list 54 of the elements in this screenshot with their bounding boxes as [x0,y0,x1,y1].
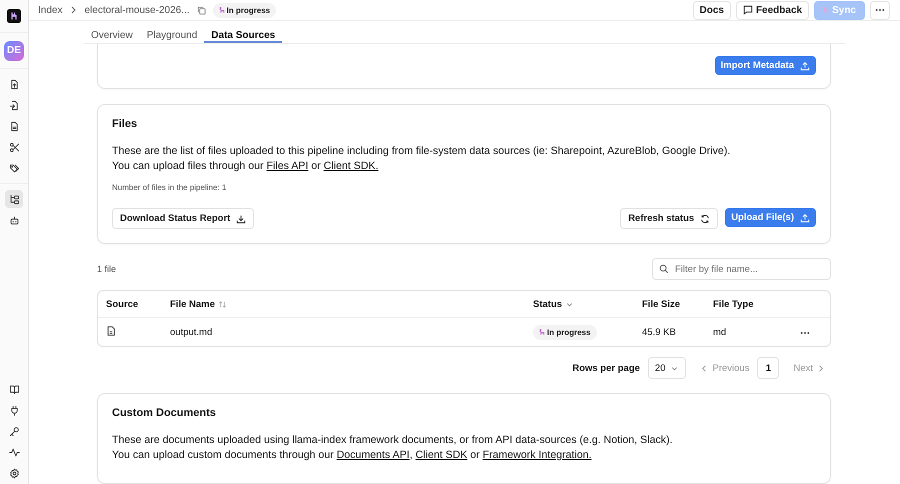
filter-field[interactable]: Filter by file name... [652,258,831,280]
doc-link[interactable]: Client SDK. [324,160,378,172]
doc-link[interactable]: Client SDK [416,449,468,461]
tab[interactable]: Playground [140,21,204,43]
feedback-button[interactable]: Feedback [736,0,810,20]
description-text: You can upload files through our Files API or Client SDK. [112,159,380,174]
rows-per-page-select[interactable]: 20 [648,357,686,379]
refresh-status-button[interactable]: Refresh status [620,208,718,229]
column-header[interactable]: Status [533,298,642,310]
import-metadata-button[interactable]: Import Metadata [714,56,816,75]
table-cell-text: 45.9 KB [642,326,677,338]
llama-icon [218,6,225,14]
message-icon [742,5,753,15]
card-title: Custom Documents [112,407,217,419]
download-report-button[interactable]: Download Status Report [112,208,254,229]
file-icon [106,326,116,336]
column-header[interactable]: File Name [170,298,533,310]
description-text: These are the list of files uploaded to this pipeline including from file-system data sources (ie: Sharepoint, AzureBlob, Google Drive). [112,144,732,159]
llama-icon [539,328,545,336]
more-options-button[interactable] [870,0,890,20]
refresh-icon [700,214,710,224]
row-actions-icon[interactable] [800,330,810,334]
workflow-icon[interactable] [5,190,23,208]
breadcrumb-link[interactable]: Index [38,4,62,16]
page-number-button[interactable]: 1 [757,357,780,379]
card-title: Files [112,118,138,130]
file-count-text: Number of files in the pipeline: 1 [112,183,228,192]
tab[interactable]: Overview [84,21,140,43]
upload-files-button[interactable]: Upload File(s) [725,208,816,227]
download-icon [236,214,246,224]
rows-per-page-label: Rows per page [572,362,640,374]
chevron-right-icon [69,6,78,14]
upload-icon [800,60,810,70]
status-badge: In progress [533,324,597,340]
doc-link[interactable]: Documents API [336,449,410,461]
doc-link[interactable]: Files API [266,160,308,172]
llama-icon [823,6,830,14]
column-header[interactable]: Source [106,298,170,310]
column-header[interactable]: File Size [642,298,713,310]
more-icon [875,8,885,12]
search-icon [659,264,669,274]
llama-logo-icon[interactable] [7,9,21,23]
doc-link[interactable]: Framework Integration. [482,449,592,461]
upload-icon [800,212,810,222]
project-name[interactable]: electoral-mouse-2026... [84,4,190,16]
status-badge: In progress [212,2,276,18]
file-total-text: 1 file [97,264,116,274]
description-text: You can upload custom documents through our Documents API, Client SDK or Framework Integration. [112,448,593,463]
copy-icon[interactable] [196,6,206,14]
column-header[interactable]: File Type [713,298,800,310]
docs-button[interactable]: Docs [692,0,731,20]
description-text: These are documents uploaded using llama-index framework documents, or from API data-sources (e.g. Notion, Slack). [112,433,674,448]
table-cell-text: md [713,326,728,338]
table-cell-text: output.md [170,326,214,338]
